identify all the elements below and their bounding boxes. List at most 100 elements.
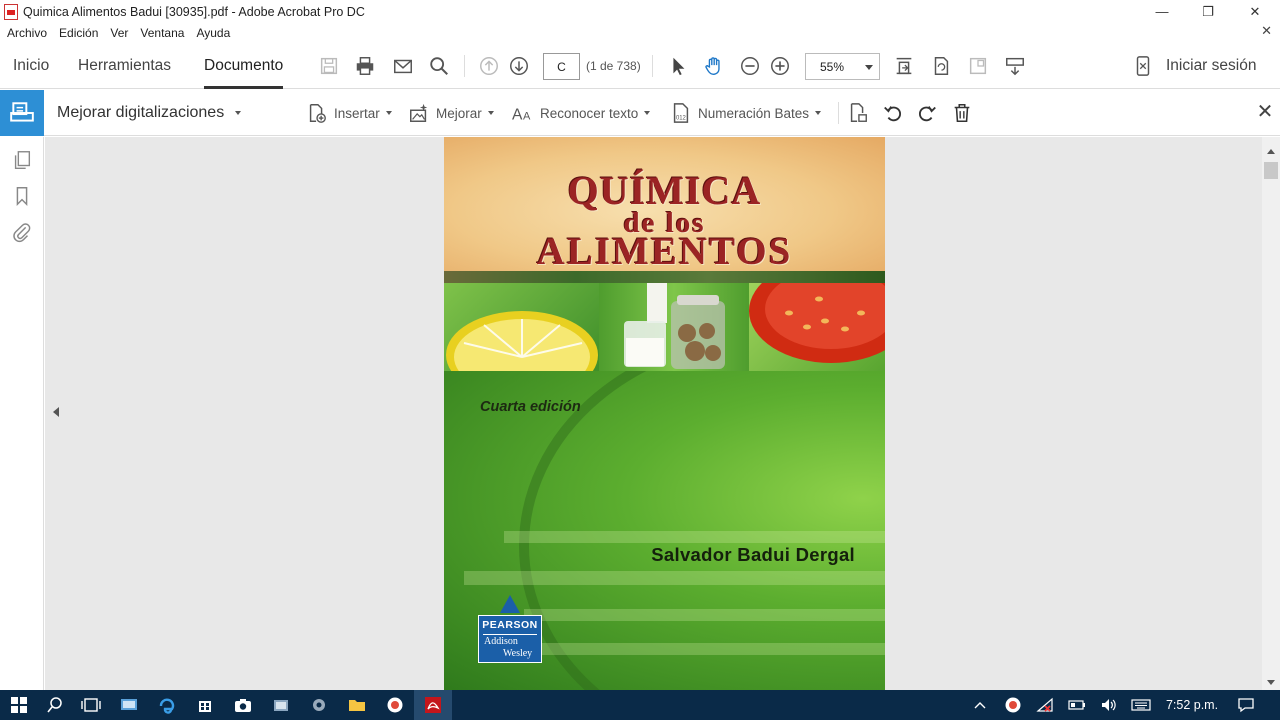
menu-ayuda[interactable]: Ayuda [196,26,230,40]
chevron-down-icon [234,110,241,115]
recognize-text-dropdown[interactable]: AA Reconocer texto [512,90,651,136]
tray-app-button[interactable] [996,690,1030,720]
tab-documento[interactable]: Documento [204,43,284,89]
close-tool-button[interactable]: ✕ [1255,102,1275,122]
hand-tool-icon[interactable] [702,54,726,78]
delete-icon[interactable] [950,101,974,125]
scroll-up-arrow-icon[interactable] [1267,149,1275,154]
previous-page-icon[interactable] [477,54,501,78]
mobile-link-icon[interactable] [1131,54,1155,78]
folder-icon [349,700,365,711]
insert-page-icon [309,104,326,123]
cover-edition: Cuarta edición [480,399,581,415]
zoom-out-icon[interactable] [738,54,762,78]
bookmark-icon[interactable] [11,185,33,207]
page-thumbnails-icon[interactable] [11,149,33,171]
taskbar-app-edge[interactable] [148,690,186,720]
email-icon[interactable] [391,54,415,78]
search-icon[interactable] [427,54,451,78]
next-page-icon[interactable] [507,54,531,78]
publisher-divider [483,634,537,635]
publisher-imprint-1: Addison [484,636,518,647]
enhance-scans-toolbar: Mejorar digitalizaciones Insertar Mejora… [0,90,1280,136]
action-center-button[interactable] [1228,690,1264,720]
desktop-app-icon [121,699,137,710]
bates-numbering-dropdown[interactable]: 012 Numeración Bates [670,90,822,136]
taskbar-app-camera[interactable] [224,690,262,720]
show-hidden-icons-button[interactable] [962,690,998,720]
enhance-image-icon [410,103,428,122]
search-taskbar-button[interactable] [36,690,74,720]
scrollbar-thumb[interactable] [1264,162,1278,179]
taskbar-app-browser[interactable] [376,690,414,720]
zoom-select[interactable]: 55% [805,53,880,80]
bates-numbering-label: Numeración Bates [698,105,810,121]
start-button[interactable] [0,690,38,720]
minimize-button[interactable]: — [1139,0,1185,23]
tool-title-dropdown[interactable]: Mejorar digitalizaciones [57,90,241,136]
page-number-input[interactable]: C [543,53,580,80]
volume-icon [1102,699,1116,711]
rotate-page-icon[interactable] [929,54,953,78]
taskbar-app-desktop[interactable] [110,690,148,720]
taskbar-app-acrobat[interactable] [414,690,452,720]
zoom-value: 55% [820,59,845,74]
maximize-button[interactable]: ❐ [1185,0,1231,23]
tab-inicio[interactable]: Inicio [13,43,49,89]
taskbar-app-tools[interactable] [300,690,338,720]
volume-button[interactable] [1092,690,1126,720]
taskbar-clock[interactable]: 7:52 p.m. [1160,690,1224,720]
menu-archivo[interactable]: Archivo [7,26,47,40]
rotate-left-icon[interactable] [881,101,905,125]
task-view-button[interactable] [72,690,110,720]
tray-app-icon [1005,697,1021,713]
publisher-logo: PEARSON Addison Wesley [478,615,542,663]
publisher-name: PEARSON [482,619,538,631]
chevron-down-icon [644,111,651,115]
extract-pages-icon[interactable] [846,101,870,125]
print-icon[interactable] [353,54,377,78]
battery-icon [1068,700,1085,710]
signin-button[interactable]: Iniciar sesión [1166,43,1256,89]
fit-page-icon[interactable] [892,54,916,78]
zoom-in-icon[interactable] [768,54,792,78]
tab-herramientas[interactable]: Herramientas [78,43,171,89]
chevron-up-icon [974,702,986,709]
close-document-button[interactable]: ✕ [1261,23,1272,39]
menu-bar: Archivo Edición Ver Ventana Ayuda ✕ [0,23,1280,43]
select-cursor-icon[interactable] [666,54,690,78]
tomato-image [749,283,885,371]
taskbar-app-file-explorer[interactable] [338,690,376,720]
menu-ver[interactable]: Ver [110,26,128,40]
publisher-imprint-2: Wesley [503,648,533,659]
scanner-icon [0,90,44,136]
close-window-button[interactable]: ✕ [1232,0,1278,23]
camera-icon [235,699,251,712]
enhance-label: Mejorar [436,105,482,121]
toolbar-divider [652,55,653,77]
acrobat-icon [425,697,441,713]
taskbar-app-generic[interactable] [262,690,300,720]
collapse-panel-arrow-icon[interactable] [53,407,59,417]
save-icon[interactable] [317,54,341,78]
recognize-text-label: Reconocer texto [540,105,639,121]
full-screen-icon[interactable] [966,54,990,78]
network-status-button[interactable] [1028,690,1062,720]
attachment-icon[interactable] [11,221,33,243]
rotate-right-icon[interactable] [915,101,939,125]
taskbar-app-store[interactable] [186,690,224,720]
keyboard-icon [1131,699,1151,711]
read-mode-icon[interactable] [1003,54,1027,78]
bates-numbering-icon: 012 [673,103,689,123]
cover-author: Salvador Badui Dergal [651,544,855,565]
scroll-down-arrow-icon[interactable] [1267,680,1275,685]
menu-edicion[interactable]: Edición [59,26,98,40]
enhance-dropdown[interactable]: Mejorar [408,90,494,136]
recognize-text-icon: AA [512,106,531,123]
insert-dropdown[interactable]: Insertar [306,90,392,136]
menu-ventana[interactable]: Ventana [140,26,184,40]
cover-stripe [444,271,885,283]
battery-button[interactable] [1060,690,1094,720]
keyboard-button[interactable] [1124,690,1158,720]
vertical-scrollbar[interactable] [1262,137,1280,690]
